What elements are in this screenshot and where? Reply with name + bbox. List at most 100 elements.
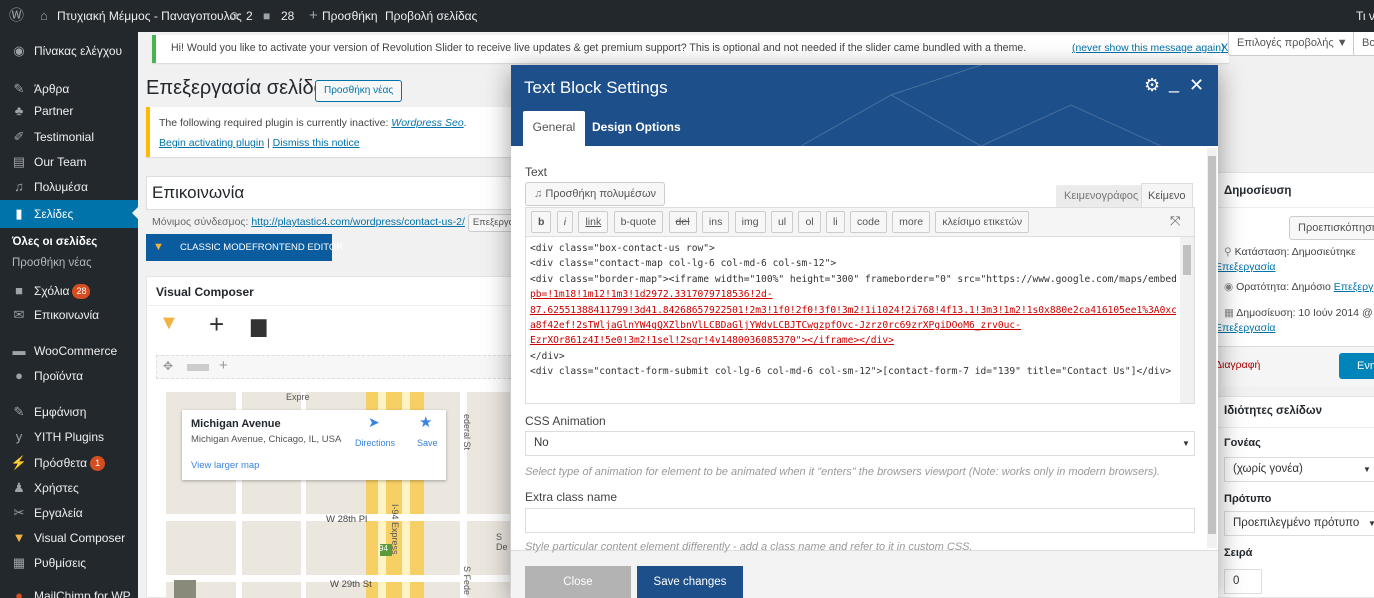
updates-count[interactable]: 2 [246,0,253,32]
menu-pages[interactable]: ▮ Σελίδες [0,200,138,228]
google-map-preview[interactable]: Expre ederal St W 28th Pl I-94 Express 9… [166,392,510,598]
menu-our-team[interactable]: ▤ Our Team [0,149,138,175]
html-code-textarea[interactable]: <div class="box-contact-us row"> <div cl… [525,236,1195,404]
templates-icon[interactable]: ▆ [251,313,266,338]
add-media-button[interactable]: ♫ Προσθήκη πολυμέσων [525,182,666,206]
menu-yith-plugins[interactable]: y YITH Plugins [0,424,138,450]
qt-img-button[interactable]: img [734,211,766,233]
menu-mailchimp[interactable]: ● MailChimp for WP [0,583,138,598]
close-icon[interactable]: ✕ [1189,75,1204,96]
qt-code-button[interactable]: code [850,211,887,233]
tab-general[interactable]: General [523,111,585,146]
plugin-name-link[interactable]: Wordpress Seo [391,117,463,129]
permalink-url[interactable]: http://playtastic4.com/wordpress/contact… [251,216,465,228]
minimize-icon[interactable]: _ [1169,73,1179,94]
menu-products[interactable]: ● Προϊόντα [0,363,138,389]
menu-appearance[interactable]: ✎ Εμφάνιση [0,399,138,425]
close-button[interactable]: Close [525,566,631,598]
dismiss-forever-link[interactable]: (never show this message again) [1072,43,1224,54]
tab-design-options[interactable]: Design Options [592,111,681,146]
menu-testimonial[interactable]: ✐ Testimonial [0,124,138,150]
frontend-editor-button[interactable]: FRONTEND EDITOR [252,234,343,261]
published-edit-link[interactable]: Επεξεργασία [1215,322,1276,334]
qt-del-button[interactable]: del [668,211,697,233]
qt-more-button[interactable]: more [892,211,931,233]
updates-icon[interactable]: ⟳ [230,0,240,32]
order-input[interactable]: 0 [1224,569,1262,594]
add-new-page-button[interactable]: Προσθήκη νέας [315,80,403,102]
title-input[interactable]: Επικοινωνία [146,176,516,210]
screen-options-button[interactable]: Επιλογές προβολής ▼ [1228,32,1357,56]
menu-users[interactable]: ♟ Χρήστες [0,475,138,501]
view-page-link[interactable]: Προβολή σελίδας [385,0,477,32]
menu-comments[interactable]: ■ Σχόλια 28 [0,278,138,304]
directions-icon[interactable]: ➤ [368,414,380,431]
template-select[interactable]: Προεπιλεγμένο πρότυπο ▼ [1224,511,1374,536]
comments-icon[interactable]: ■ [263,0,270,32]
menu-contact[interactable]: ✉ Επικοινωνία [0,302,138,328]
begin-activating-link[interactable]: Begin activating plugin [159,137,264,149]
visibility-edit-link[interactable]: Επεξεργ [1334,281,1374,293]
comments-count[interactable]: 28 [281,0,294,32]
row-layout-icon[interactable] [187,364,209,371]
parent-select[interactable]: (χωρίς γονέα) ▼ [1224,457,1374,482]
new-content-icon[interactable]: + [309,0,318,32]
mailchimp-icon: ● [15,588,23,598]
wordpress-logo-icon[interactable]: Ⓦ [9,0,24,32]
team-icon: ▤ [12,154,26,169]
css-animation-select[interactable]: No ▼ [525,431,1195,456]
submenu-add-new[interactable]: Προσθήκη νέας [0,257,138,269]
menu-visual-composer[interactable]: ▼ Visual Composer [0,525,138,551]
gear-icon[interactable]: ⚙ [1144,75,1160,96]
modal-scrollbar[interactable] [1207,148,1217,548]
menu-media[interactable]: ♫ Πολυμέσα [0,174,138,200]
home-icon[interactable]: ⌂ [40,0,48,32]
code-line-6: a8f42ef!2sTWljaGlnYW4gQXZlbnVlLCBDaGljYW… [530,320,1021,332]
view-larger-map-link[interactable]: View larger map [191,460,259,471]
add-element-icon[interactable]: + [209,309,224,340]
submenu-all-pages[interactable]: Όλες οι σελίδες [0,236,138,248]
help-button[interactable]: Βο [1353,32,1374,56]
menu-partner[interactable]: ♣ Partner [0,98,138,124]
qt-link-button[interactable]: link [578,211,609,233]
textarea-scrollbar-thumb[interactable] [1183,245,1191,275]
woocommerce-icon: ▬ [12,343,26,358]
menu-plugins[interactable]: ⚡ Πρόσθετα 1 [0,450,138,476]
vc-logo-icon[interactable]: ▼ [159,312,179,335]
editor-tab-text[interactable]: Κείμενο [1141,183,1193,207]
qt-ins-button[interactable]: ins [701,211,730,233]
qt-bold-button[interactable]: b [531,211,552,233]
directions-link[interactable]: Directions [355,438,395,448]
new-content-link[interactable]: Προσθήκη [322,0,378,32]
editor-tab-visual[interactable]: Κειμενογράφος [1056,185,1147,207]
fullscreen-icon[interactable]: ⤧ [1170,213,1180,229]
qt-italic-button[interactable]: i [556,211,574,233]
menu-settings[interactable]: ▦ Ρυθμίσεις [0,550,138,576]
my-account-greeting[interactable]: Τι νέ [1356,0,1374,32]
qt-ul-button[interactable]: ul [770,211,794,233]
site-name-link[interactable]: Πτυχιακή Μέμμος - Παναγοπουλος [57,0,242,32]
add-column-icon[interactable]: + [219,357,228,374]
save-place-link[interactable]: Save [417,438,438,448]
menu-dashboard[interactable]: ◉ Πίνακας ελέγχου [0,38,138,64]
qt-li-button[interactable]: li [826,211,845,233]
classic-mode-button[interactable]: CLASSIC MODE [180,234,252,261]
move-to-trash-link[interactable]: Διαγραφή [1215,359,1260,371]
qt-bquote-button[interactable]: b-quote [613,211,664,233]
save-star-icon[interactable]: ★ [419,413,432,431]
status-edit-link[interactable]: Επεξεργασία [1215,261,1276,273]
menu-woocommerce[interactable]: ▬ WooCommerce [0,338,138,364]
save-changes-button[interactable]: Save changes [637,566,743,598]
qt-close-tags-button[interactable]: κλείσιμο ετικετών [935,211,1030,233]
textarea-scrollbar[interactable] [1180,237,1194,403]
qt-ol-button[interactable]: ol [798,211,821,233]
update-button[interactable]: Ενη [1339,353,1374,379]
modal-scrollbar-thumb[interactable] [1208,156,1216,534]
dashboard-icon: ◉ [13,43,25,58]
preview-button[interactable]: Προεπισκόπηση α [1289,216,1374,240]
menu-label: Our Team [34,155,87,169]
menu-tools[interactable]: ✂ Εργαλεία [0,500,138,526]
extra-class-input[interactable] [525,508,1195,533]
dismiss-notice-link[interactable]: Dismiss this notice [273,137,360,149]
move-row-icon[interactable]: ✥ [163,359,173,373]
